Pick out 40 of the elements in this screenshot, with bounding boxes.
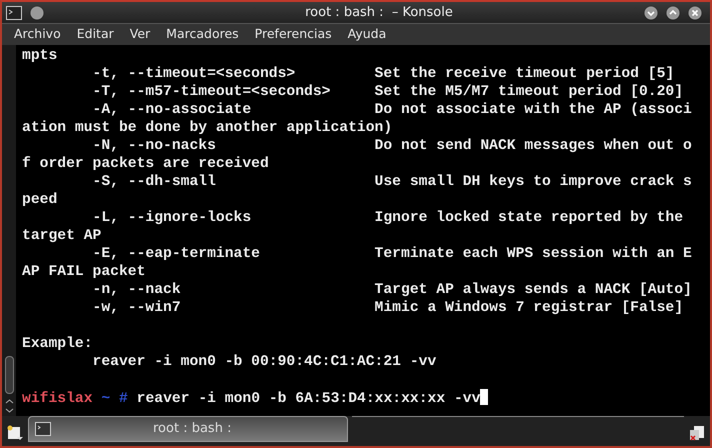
minimize-button[interactable] (644, 6, 658, 20)
prompt-host: wifislax (22, 391, 93, 407)
terminal-line: -w, --win7 Mimic a Windows 7 registrar [False] (92, 299, 684, 317)
terminal-line: -T, --m57-timeout=<seconds> Set the M5/M7 timeout period [0.20] (92, 83, 684, 101)
menu-item[interactable]: Preferencias (246, 23, 340, 46)
command-text: reaver -i mon0 -b 6A:53:D4:xx:xx:xx -vv (136, 391, 480, 407)
pin-button[interactable] (30, 6, 44, 20)
terminal-line: -E, --eap-terminate Terminate each WPS session with an E (92, 245, 692, 263)
close-tab-icon[interactable] (688, 424, 706, 442)
window-title: root : bash : – Konsole (304, 4, 453, 22)
close-button[interactable] (688, 6, 702, 20)
tab[interactable]: root : bash : (28, 416, 348, 442)
terminal-line: Example: (22, 335, 94, 353)
terminal-line: -A, --no-associate Do not associate with the AP (associ (92, 101, 692, 119)
terminal-line: target AP (22, 227, 102, 245)
terminal-line: -t, --timeout=<seconds> Set the receive timeout period [5] (92, 65, 676, 83)
maximize-button[interactable] (666, 6, 680, 20)
menu-item[interactable]: Ayuda (340, 23, 394, 46)
terminal-line: reaver -i mon0 -b 00:90:4C:C1:AC:21 -vv (92, 353, 438, 371)
terminal-line: f order packets are received (22, 155, 270, 173)
menu-item[interactable]: Archivo (6, 23, 69, 46)
scroll-arrows-icon[interactable] (4, 398, 14, 414)
terminal-icon (35, 422, 51, 436)
terminal-line: ation must be done by another application) (22, 119, 394, 137)
terminal-line: AP FAIL packet (22, 263, 146, 281)
terminal-line: peed (22, 191, 58, 209)
terminal-line: mpts (22, 47, 58, 65)
terminal-line: -L, --ignore-locks Ignore locked state reported by the (92, 209, 684, 227)
menu-item[interactable]: Marcadores (158, 23, 247, 46)
scroll-thumb[interactable] (4, 356, 14, 394)
menu-item[interactable]: Ver (122, 23, 158, 46)
prompt-directory: ~ (101, 391, 110, 407)
terminal-line: -S, --dh-small Use small DH keys to improve crack s (92, 173, 692, 191)
menu-item[interactable]: Editar (68, 23, 122, 46)
new-tab-icon[interactable] (6, 424, 24, 442)
terminal-line: -N, --no-nacks Do not send NACK messages when out o (92, 137, 692, 155)
text-cursor (480, 389, 488, 405)
terminal-line: -n, --nack Target AP always sends a NACK [Auto] (92, 281, 692, 299)
prompt-symbol: # (119, 391, 128, 407)
terminal-icon[interactable] (6, 6, 22, 20)
